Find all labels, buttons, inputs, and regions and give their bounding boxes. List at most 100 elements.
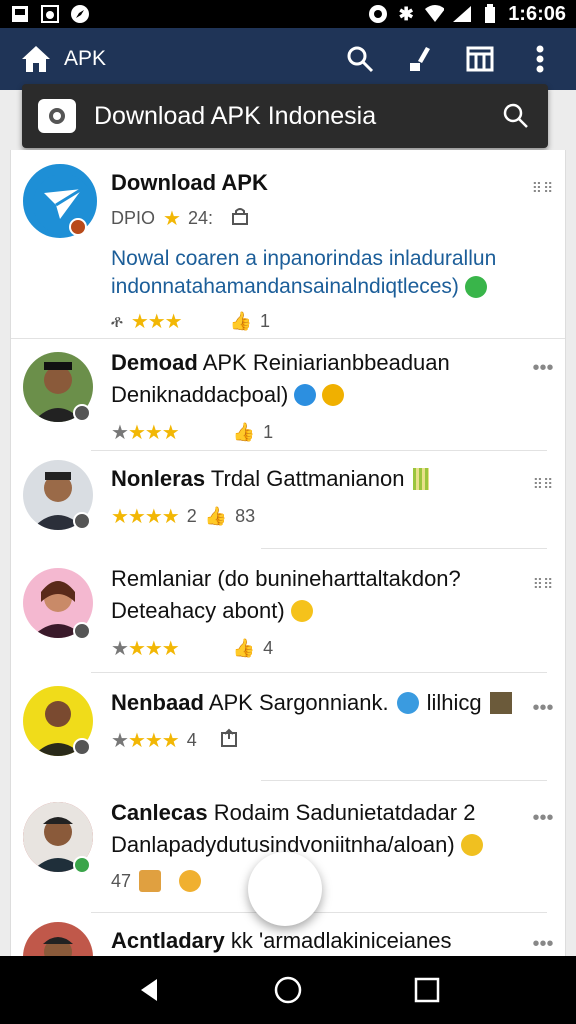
search-bar[interactable]: Download APK Indonesia bbox=[22, 84, 548, 148]
emoji-icon bbox=[290, 600, 313, 622]
rating-stars: ★★★ bbox=[130, 311, 183, 333]
item-subtitle: Deteahacy abont) bbox=[111, 598, 285, 623]
overflow-menu-icon[interactable] bbox=[524, 43, 556, 75]
divider bbox=[11, 338, 565, 339]
badge-icon bbox=[73, 856, 91, 874]
app-bar: APK bbox=[0, 28, 576, 90]
back-icon[interactable] bbox=[129, 970, 169, 1010]
rating-stars: ★★★★ bbox=[111, 638, 180, 660]
results-list[interactable]: Download APK DPIO ★ 24: Nowal coaren a i… bbox=[10, 150, 566, 956]
emoji-icon bbox=[322, 384, 345, 406]
brush-icon[interactable] bbox=[404, 43, 436, 75]
more-options-icon[interactable]: ••• bbox=[529, 807, 557, 829]
item-title-bold: Acntladary bbox=[111, 928, 225, 953]
item-title: APK Reiniarianbbeaduan bbox=[197, 350, 450, 375]
grid-menu-icon[interactable]: ⠿⠿ bbox=[529, 178, 557, 198]
rating-count: 2 bbox=[186, 506, 197, 526]
like-count: 4 bbox=[263, 638, 274, 658]
list-item[interactable]: Acntladary kk 'armadlakiniceianes ••• bbox=[11, 922, 565, 956]
lock-icon bbox=[231, 207, 249, 230]
prefix-glyph: ቶ bbox=[111, 311, 123, 331]
item-title: APK Sargonniank. bbox=[203, 690, 389, 715]
thumbs-up-icon[interactable]: 👍 bbox=[233, 638, 255, 659]
list-item[interactable]: Demoad APK Reiniarianbbeaduan Deniknadda… bbox=[11, 350, 565, 460]
more-options-icon[interactable]: ••• bbox=[529, 697, 557, 719]
recents-icon[interactable] bbox=[407, 970, 447, 1010]
stripe-emoji-icon bbox=[412, 468, 429, 490]
star-icon: ★ bbox=[163, 208, 181, 230]
rating-stars: ★★★★ bbox=[111, 422, 180, 444]
smile-emoji-icon bbox=[464, 276, 487, 298]
badge-icon bbox=[73, 404, 91, 422]
like-count: 1 bbox=[260, 311, 271, 331]
grid-menu-icon[interactable]: ⠿⠿ bbox=[529, 474, 557, 494]
sparkle-emoji-icon bbox=[139, 870, 162, 892]
item-title-bold: Nenbaad bbox=[111, 690, 204, 715]
search-icon[interactable] bbox=[344, 43, 376, 75]
search-query[interactable]: Download APK Indonesia bbox=[94, 102, 500, 131]
item-title-bold: Demoad bbox=[111, 350, 198, 375]
item-title: Rodaim Sadunietatdadar 2 bbox=[207, 800, 476, 825]
badge-icon bbox=[73, 512, 91, 530]
compass-icon bbox=[70, 4, 90, 24]
rating-count: 4 bbox=[186, 730, 197, 750]
badge-icon bbox=[73, 738, 91, 756]
status-time: 1:6:06 bbox=[508, 2, 566, 25]
search-app-logo-icon bbox=[38, 99, 76, 133]
grid-menu-icon[interactable]: ⠿⠿ bbox=[529, 574, 557, 594]
item-title: Remlaniar (do bunineharttaltakdon? bbox=[111, 566, 461, 591]
divider bbox=[261, 548, 547, 549]
rating-count: 47 bbox=[111, 870, 132, 891]
home-icon[interactable] bbox=[20, 43, 52, 75]
item-title: kk 'armadlakiniceianes bbox=[224, 928, 452, 953]
item-title-suffix: lilhicg bbox=[426, 690, 482, 715]
item-title-bold: Canlecas bbox=[111, 800, 208, 825]
developer-label: DPIO bbox=[111, 208, 156, 228]
featured-app-item[interactable]: Download APK DPIO ★ 24: Nowal coaren a i… bbox=[11, 164, 565, 334]
status-bar: ✱ 1:6:06 bbox=[0, 0, 576, 28]
floating-action-button[interactable] bbox=[248, 852, 322, 926]
app-title[interactable]: Download APK bbox=[111, 170, 525, 196]
home-circle-icon[interactable] bbox=[268, 970, 308, 1010]
like-count: 83 bbox=[235, 506, 256, 526]
more-options-icon[interactable]: ••• bbox=[529, 933, 557, 955]
item-title-bold: Nonleras bbox=[111, 466, 206, 491]
badge-icon bbox=[69, 218, 87, 236]
system-nav-bar bbox=[0, 956, 576, 1024]
item-subtitle: Deniknaddacþoal) bbox=[111, 382, 289, 407]
avatar bbox=[23, 922, 93, 956]
divider bbox=[91, 450, 547, 451]
wifi-icon bbox=[424, 4, 445, 24]
rating-stars: ★★★★ bbox=[111, 730, 180, 752]
search-submit-icon[interactable] bbox=[500, 100, 532, 132]
emoji-icon bbox=[460, 834, 483, 856]
photo-emoji-icon bbox=[489, 692, 512, 714]
alarm-icon bbox=[368, 4, 388, 24]
rating-stars: ★★★★ bbox=[111, 506, 180, 528]
list-item[interactable]: Nenbaad APK Sargonniank. lilhicg ★★★★ 4 … bbox=[11, 686, 565, 786]
emoji-icon bbox=[294, 384, 317, 406]
divider bbox=[91, 672, 547, 673]
storefront-icon[interactable] bbox=[464, 43, 496, 75]
badge-icon bbox=[73, 622, 91, 640]
like-count: 1 bbox=[263, 422, 274, 442]
thumbs-up-icon[interactable]: 👍 bbox=[230, 311, 252, 332]
rating-value: 24: bbox=[187, 208, 213, 228]
more-options-icon[interactable]: ••• bbox=[529, 357, 557, 379]
description-line-2: indonnatahamandansainalndiqtleces) bbox=[111, 275, 459, 298]
share-icon[interactable] bbox=[219, 728, 239, 753]
thumbs-up-icon[interactable]: 👍 bbox=[233, 422, 255, 443]
divider bbox=[261, 780, 547, 781]
app-bar-title: APK bbox=[64, 47, 107, 70]
list-item[interactable]: Nonleras Trdal Gattmanianon ★★★★ 2 👍 83 … bbox=[11, 460, 565, 560]
thumbs-up-icon[interactable]: 👍 bbox=[205, 506, 227, 527]
item-title: Trdal Gattmanianon bbox=[205, 466, 405, 491]
list-item[interactable]: Remlaniar (do bunineharttaltakdon? Detea… bbox=[11, 566, 565, 676]
emoji-icon bbox=[396, 692, 419, 714]
notification-icon bbox=[10, 4, 30, 24]
battery-icon bbox=[480, 4, 500, 24]
emoji-icon bbox=[179, 870, 202, 892]
description-line-1: Nowal coaren a inpanorindas inladurallun bbox=[111, 247, 497, 270]
signal-icon bbox=[452, 4, 472, 24]
app-description: Nowal coaren a inpanorindas inladurallun… bbox=[111, 245, 525, 301]
